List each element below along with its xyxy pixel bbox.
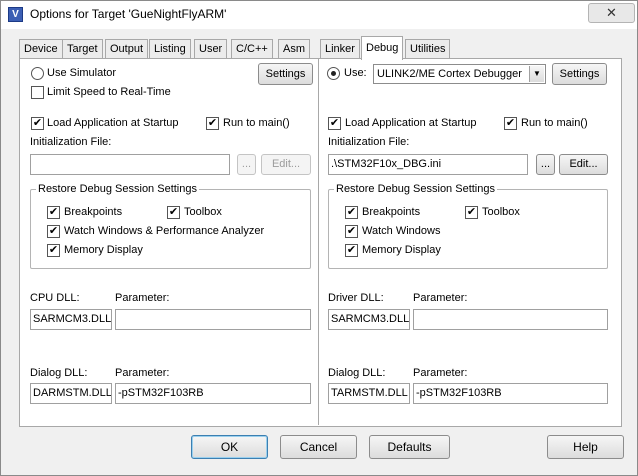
tab-device[interactable]: Device [19, 39, 63, 59]
right-dialog-dll-label: Dialog DLL: [328, 367, 386, 379]
right-breakpoints-checkbox[interactable]: ✔ [345, 206, 358, 219]
left-edit-button[interactable]: Edit... [261, 154, 311, 175]
ok-button[interactable]: OK [191, 435, 268, 459]
check-icon: ✔ [48, 225, 59, 237]
tab-user[interactable]: User [194, 39, 228, 59]
left-watch-label: Watch Windows & Performance Analyzer [64, 225, 265, 237]
right-dialog-param-input[interactable]: -pSTM32F103RB [413, 383, 608, 404]
right-edit-button[interactable]: Edit... [559, 154, 608, 175]
left-dialog-param-label: Parameter: [115, 367, 170, 379]
right-memory-label: Memory Display [362, 244, 441, 256]
tab-listing[interactable]: Listing [149, 39, 191, 59]
chevron-down-icon[interactable]: ▼ [529, 66, 544, 82]
left-watch-checkbox[interactable]: ✔ [47, 225, 60, 238]
right-init-file-input[interactable]: .\STM32F10x_DBG.ini [328, 154, 528, 175]
left-dialog-dll-label: Dialog DLL: [30, 367, 88, 379]
help-button[interactable]: Help [547, 435, 624, 459]
right-run-to-main-checkbox[interactable]: ✔ [504, 117, 517, 130]
limit-speed-label: Limit Speed to Real-Time [47, 86, 171, 98]
cpu-dll-input[interactable]: SARMCM3.DLL [30, 309, 112, 330]
check-icon: ✔ [168, 206, 179, 218]
tab-utilities[interactable]: Utilities [405, 39, 451, 59]
check-icon: ✔ [48, 244, 59, 256]
right-init-file-label: Initialization File: [328, 136, 410, 148]
tab-linker[interactable]: Linker [320, 39, 360, 59]
window-title: Options for Target 'GueNightFlyARM' [30, 7, 227, 21]
check-icon: ✔ [32, 117, 43, 129]
debugger-settings-button[interactable]: Settings [552, 63, 607, 85]
check-icon: ✔ [346, 244, 357, 256]
options-dialog: V Options for Target 'GueNightFlyARM' ✕ … [0, 0, 638, 476]
right-watch-checkbox[interactable]: ✔ [345, 225, 358, 238]
check-icon: ✔ [346, 206, 357, 218]
right-dialog-param-label: Parameter: [413, 367, 468, 379]
tab-target[interactable]: Target [62, 39, 103, 59]
right-watch-label: Watch Windows [362, 225, 441, 237]
driver-dll-label: Driver DLL: [328, 292, 384, 304]
right-run-to-main-label: Run to main() [521, 117, 588, 129]
keil-app-icon: V [8, 7, 23, 22]
use-label: Use: [344, 67, 367, 79]
tab-c-cpp[interactable]: C/C++ [231, 39, 273, 59]
right-restore-group-title: Restore Debug Session Settings [334, 183, 497, 195]
tab-debug[interactable]: Debug [361, 36, 404, 60]
debugger-select[interactable]: ULINK2/ME Cortex Debugger ▼ [373, 64, 546, 84]
driver-dll-input[interactable]: SARMCM3.DLL [328, 309, 410, 330]
check-icon: ✔ [346, 225, 357, 237]
left-init-file-input[interactable] [30, 154, 230, 175]
close-icon: ✕ [606, 5, 617, 20]
left-run-to-main-checkbox[interactable]: ✔ [206, 117, 219, 130]
cpu-param-input[interactable] [115, 309, 311, 330]
left-dialog-dll-input[interactable]: DARMSTM.DLL [30, 383, 112, 404]
cpu-dll-label: CPU DLL: [30, 292, 80, 304]
debugger-select-value: ULINK2/ME Cortex Debugger [377, 68, 522, 80]
cpu-param-label: Parameter: [115, 292, 170, 304]
left-toolbox-checkbox[interactable]: ✔ [167, 206, 180, 219]
limit-speed-checkbox[interactable] [31, 86, 44, 99]
use-simulator-radio[interactable] [31, 67, 44, 80]
tab-asm[interactable]: Asm [278, 39, 310, 59]
right-load-app-label: Load Application at Startup [345, 117, 477, 129]
check-icon: ✔ [329, 117, 340, 129]
panel-divider [318, 59, 319, 425]
right-load-app-checkbox[interactable]: ✔ [328, 117, 341, 130]
check-icon: ✔ [466, 206, 477, 218]
check-icon: ✔ [48, 206, 59, 218]
left-run-to-main-label: Run to main() [223, 117, 290, 129]
left-init-file-label: Initialization File: [30, 136, 112, 148]
right-dialog-dll-input[interactable]: TARMSTM.DLL [328, 383, 410, 404]
driver-param-label: Parameter: [413, 292, 468, 304]
left-breakpoints-checkbox[interactable]: ✔ [47, 206, 60, 219]
right-breakpoints-label: Breakpoints [362, 206, 421, 218]
left-memory-checkbox[interactable]: ✔ [47, 244, 60, 257]
left-browse-button[interactable]: ... [237, 154, 256, 175]
right-memory-checkbox[interactable]: ✔ [345, 244, 358, 257]
title-bar: V Options for Target 'GueNightFlyARM' ✕ [1, 1, 637, 29]
left-dialog-param-input[interactable]: -pSTM32F103RB [115, 383, 311, 404]
simulator-settings-button[interactable]: Settings [258, 63, 313, 85]
check-icon: ✔ [505, 117, 516, 129]
left-restore-group-title: Restore Debug Session Settings [36, 183, 199, 195]
right-toolbox-label: Toolbox [482, 206, 520, 218]
tab-output[interactable]: Output [105, 39, 149, 59]
close-button[interactable]: ✕ [588, 3, 635, 23]
left-breakpoints-label: Breakpoints [64, 206, 123, 218]
use-debugger-radio[interactable] [327, 67, 340, 80]
driver-param-input[interactable] [413, 309, 608, 330]
left-toolbox-label: Toolbox [184, 206, 222, 218]
defaults-button[interactable]: Defaults [369, 435, 450, 459]
left-load-app-checkbox[interactable]: ✔ [31, 117, 44, 130]
check-icon: ✔ [207, 117, 218, 129]
left-memory-label: Memory Display [64, 244, 143, 256]
use-simulator-label: Use Simulator [47, 67, 117, 79]
left-load-app-label: Load Application at Startup [47, 117, 179, 129]
right-browse-button[interactable]: ... [536, 154, 555, 175]
right-toolbox-checkbox[interactable]: ✔ [465, 206, 478, 219]
cancel-button[interactable]: Cancel [280, 435, 357, 459]
